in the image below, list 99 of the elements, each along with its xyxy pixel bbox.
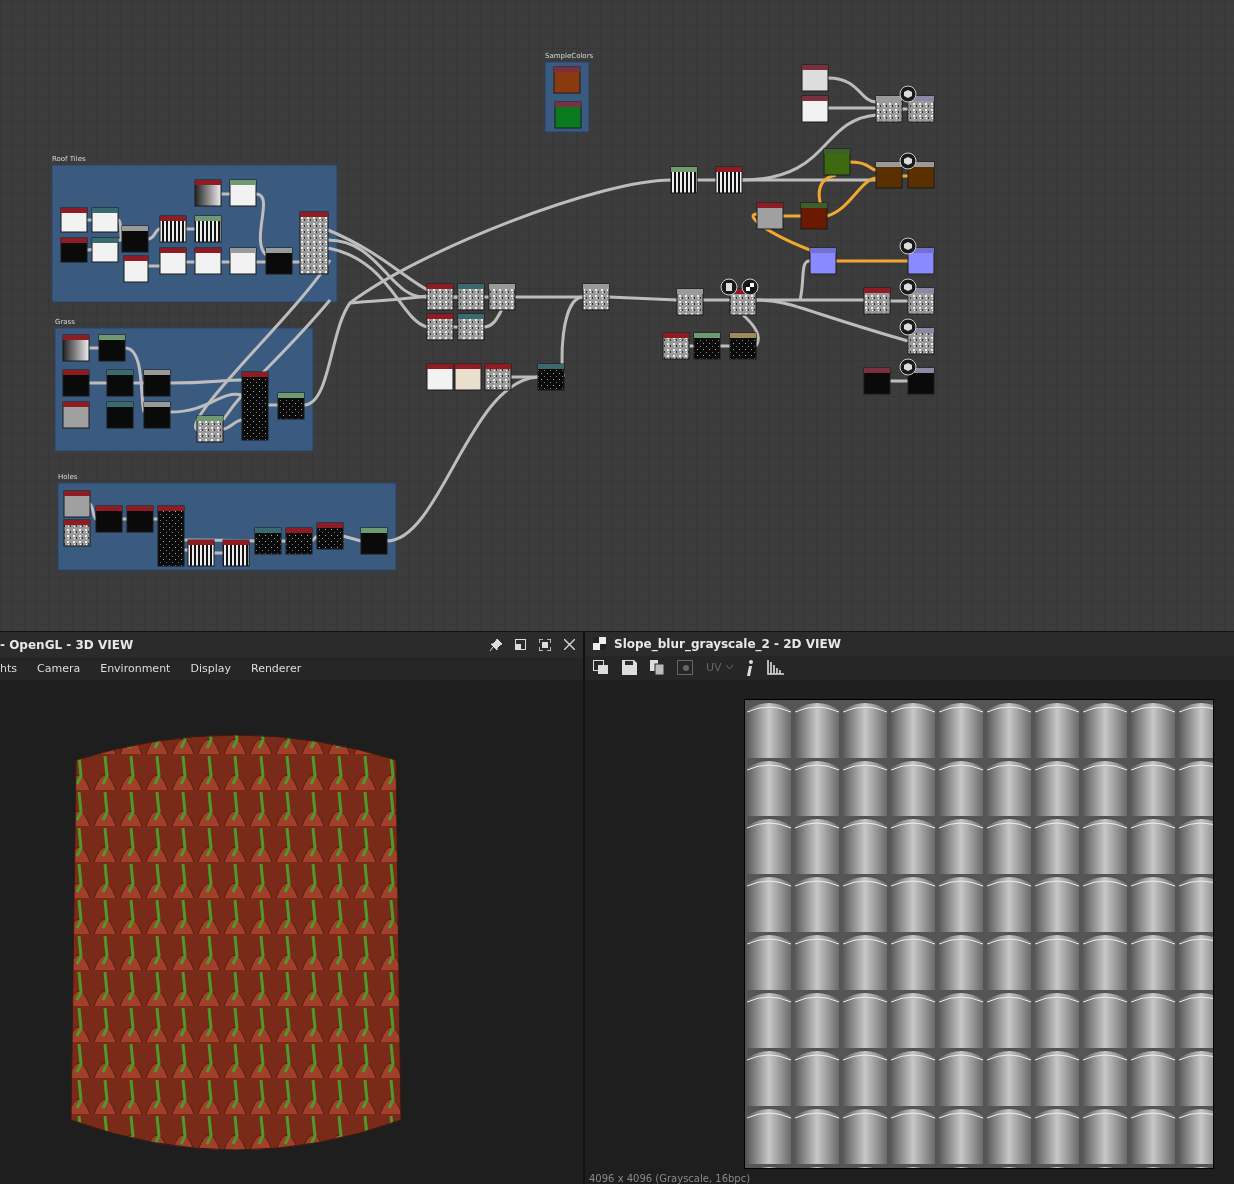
- graph-node[interactable]: [662, 332, 690, 360]
- cube-icon[interactable]: [899, 278, 917, 296]
- restore-icon[interactable]: [515, 639, 526, 650]
- graph-node[interactable]: [715, 166, 743, 194]
- graph-node[interactable]: [907, 95, 935, 123]
- copy-icon[interactable]: [650, 660, 664, 676]
- graph-node[interactable]: [457, 283, 485, 311]
- graph-node[interactable]: [537, 363, 565, 391]
- cube-icon[interactable]: [899, 85, 917, 103]
- graph-node[interactable]: [693, 332, 721, 360]
- graph-node[interactable]: [98, 334, 126, 362]
- graph-node[interactable]: [809, 247, 837, 275]
- maximize-icon[interactable]: [539, 638, 551, 651]
- graph-node[interactable]: [756, 202, 784, 230]
- graph-node[interactable]: [907, 161, 935, 189]
- graph-node[interactable]: [62, 369, 90, 397]
- graph-node[interactable]: [316, 522, 344, 550]
- graph-node[interactable]: [907, 247, 935, 275]
- menu-item[interactable]: Display: [190, 662, 231, 675]
- graph-node[interactable]: [194, 215, 222, 243]
- graph-node[interactable]: [254, 527, 282, 555]
- graph-node[interactable]: [121, 225, 149, 253]
- graph-node[interactable]: [484, 363, 512, 391]
- graph-node[interactable]: [907, 287, 935, 315]
- image-info-text: 4096 x 4096 (Grayscale, 16bpc): [589, 1173, 751, 1184]
- histogram-icon[interactable]: [766, 660, 784, 676]
- caret-icon: [725, 665, 733, 671]
- graph-node[interactable]: [863, 287, 891, 315]
- checker-icon[interactable]: [741, 278, 759, 296]
- graph-node[interactable]: [488, 283, 516, 311]
- graph-node[interactable]: [159, 215, 187, 243]
- graph-node[interactable]: [553, 66, 581, 94]
- menu-item[interactable]: hts: [0, 662, 17, 675]
- graph-node[interactable]: [194, 179, 222, 207]
- graph-node[interactable]: [285, 527, 313, 555]
- graph-node[interactable]: [426, 313, 454, 341]
- graph-node[interactable]: [106, 369, 134, 397]
- cube-icon[interactable]: [899, 318, 917, 336]
- graph-node[interactable]: [554, 101, 582, 129]
- graph-node[interactable]: [299, 211, 329, 275]
- graph-node[interactable]: [196, 415, 224, 443]
- graph-node[interactable]: [143, 369, 171, 397]
- graph-node[interactable]: [670, 166, 698, 194]
- graph-node[interactable]: [187, 539, 215, 567]
- graph-node[interactable]: [63, 519, 91, 547]
- windows-icon[interactable]: [593, 660, 609, 676]
- graph-node[interactable]: [126, 505, 154, 533]
- graph-node[interactable]: [95, 505, 123, 533]
- graph-node[interactable]: [907, 327, 935, 355]
- graph-node[interactable]: [222, 539, 250, 567]
- graph-node[interactable]: [823, 148, 851, 176]
- panel-title: - OpenGL - 3D VIEW: [0, 637, 134, 652]
- graph-node[interactable]: [360, 527, 388, 555]
- save-icon[interactable]: [622, 660, 637, 676]
- graph-node[interactable]: [194, 247, 222, 275]
- graph-node[interactable]: [62, 401, 90, 429]
- graph-node[interactable]: [123, 255, 149, 283]
- graph-node[interactable]: [454, 363, 482, 391]
- menu-item[interactable]: Renderer: [251, 662, 302, 675]
- graph-node[interactable]: [582, 283, 610, 311]
- graph-node[interactable]: [91, 207, 119, 233]
- graph-node[interactable]: [159, 247, 187, 275]
- graph-node[interactable]: [800, 202, 828, 230]
- info-icon[interactable]: [745, 659, 754, 676]
- cube-icon[interactable]: [899, 152, 917, 170]
- graph-node[interactable]: [229, 247, 257, 275]
- graph-node[interactable]: [229, 179, 257, 207]
- menu-item[interactable]: Environment: [100, 662, 171, 675]
- close-icon[interactable]: [564, 639, 575, 650]
- graph-node[interactable]: [875, 161, 903, 189]
- graph-node[interactable]: [106, 401, 134, 429]
- graph-node[interactable]: [265, 247, 293, 275]
- cube-icon[interactable]: [899, 237, 917, 255]
- graph-node[interactable]: [426, 363, 454, 391]
- graph-node[interactable]: [277, 392, 305, 420]
- document-icon[interactable]: [720, 278, 738, 296]
- graph-node[interactable]: [62, 334, 90, 362]
- graph-node[interactable]: [60, 237, 88, 263]
- graph-node[interactable]: [143, 401, 171, 429]
- graph-node[interactable]: [801, 95, 829, 123]
- checker-icon: [593, 637, 606, 651]
- graph-node[interactable]: [457, 313, 485, 341]
- graph-node[interactable]: [63, 490, 91, 518]
- menu-item[interactable]: Camera: [37, 662, 81, 675]
- graph-node[interactable]: [426, 283, 454, 311]
- graph-node[interactable]: [241, 371, 269, 441]
- graph-node[interactable]: [157, 505, 185, 567]
- image-icon[interactable]: [677, 660, 693, 676]
- graph-node[interactable]: [907, 367, 935, 395]
- graph-node[interactable]: [729, 332, 757, 360]
- graph-node[interactable]: [863, 367, 891, 395]
- pin-icon[interactable]: [490, 638, 502, 651]
- graph-node[interactable]: [91, 237, 119, 263]
- graph-node[interactable]: [801, 64, 829, 92]
- cube-icon[interactable]: [899, 358, 917, 376]
- panel-title: Slope_blur_grayscale_2 - 2D VIEW: [614, 636, 841, 651]
- graph-node[interactable]: [676, 288, 704, 316]
- graph-node[interactable]: [875, 95, 903, 123]
- graph-node[interactable]: [60, 207, 88, 233]
